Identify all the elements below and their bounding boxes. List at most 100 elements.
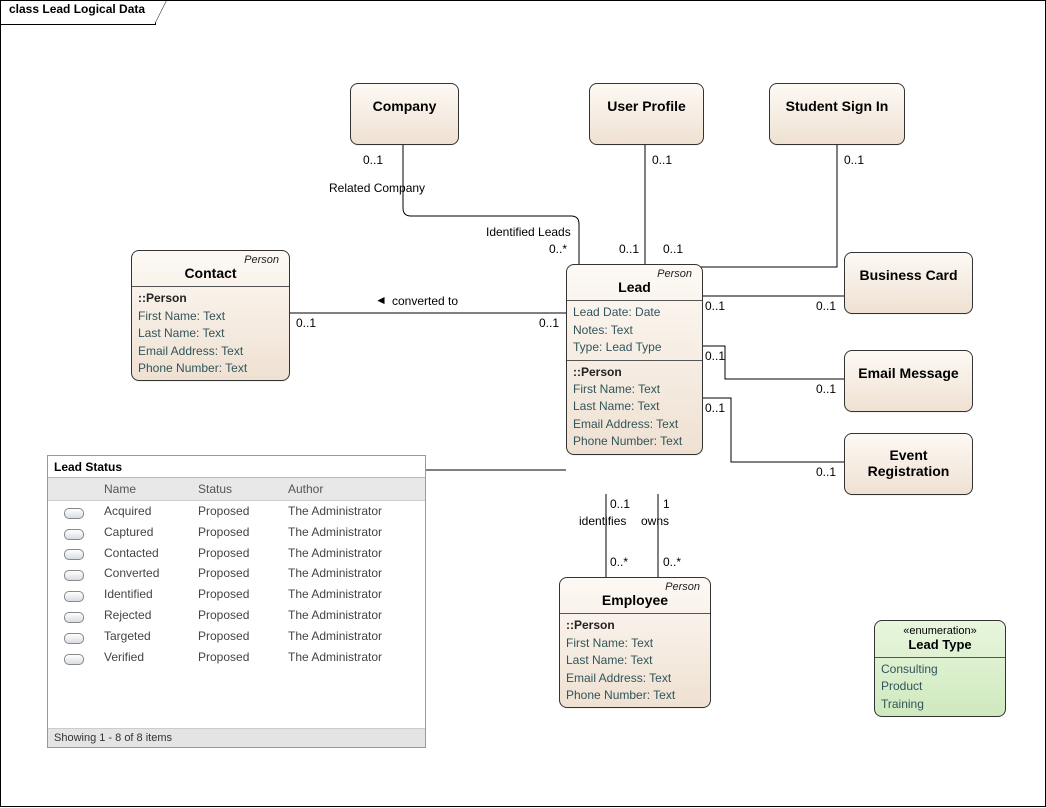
cell-status: Proposed: [194, 586, 284, 603]
class-event-registration-name: Event Registration: [851, 447, 966, 479]
table-row[interactable]: ConvertedProposedThe Administrator: [48, 563, 425, 584]
mult-lead-contact: 0..1: [539, 316, 559, 330]
cell-status: Proposed: [194, 503, 284, 520]
table-row[interactable]: IdentifiedProposedThe Administrator: [48, 584, 425, 605]
status-pill-icon: [64, 612, 84, 623]
mult-studentsignin: 0..1: [844, 153, 864, 167]
cell-author: The Administrator: [284, 524, 425, 541]
col-author: Author: [284, 480, 425, 498]
lead-status-frame[interactable]: Lead Status Name Status Author AcquiredP…: [47, 455, 426, 748]
mult-lead-userprofile: 0..1: [619, 242, 639, 256]
table-row[interactable]: CapturedProposedThe Administrator: [48, 522, 425, 543]
cell-status: Proposed: [194, 607, 284, 624]
converted-to-arrow-icon: ◄: [375, 293, 387, 307]
assoc-identified-leads: Identified Leads: [486, 225, 571, 239]
assoc-identifies: identifies: [579, 514, 626, 528]
lead-status-header: Name Status Author: [48, 478, 425, 501]
mult-eventreg: 0..1: [816, 465, 836, 479]
employee-person-section: ::Person First Name: Text Last Name: Tex…: [560, 614, 710, 707]
status-pill-icon: [64, 549, 84, 560]
mult-lead-email: 0..1: [705, 349, 725, 363]
mult-owns-top: 1: [663, 497, 670, 511]
cell-status: Proposed: [194, 628, 284, 645]
class-contact[interactable]: Person Contact ::Person First Name: Text…: [131, 250, 290, 381]
class-email-message[interactable]: Email Message: [844, 350, 973, 412]
lead-status-rows: AcquiredProposedThe AdministratorCapture…: [48, 501, 425, 668]
cell-status: Proposed: [194, 649, 284, 666]
class-business-card-name: Business Card: [851, 268, 966, 283]
cell-name: Captured: [100, 524, 194, 541]
status-pill-icon: [64, 508, 84, 519]
class-student-signin[interactable]: Student Sign In: [769, 83, 905, 145]
mult-contact: 0..1: [296, 316, 316, 330]
cell-status: Proposed: [194, 565, 284, 582]
class-student-signin-name: Student Sign In: [776, 99, 898, 114]
mult-company-top: 0..1: [363, 153, 383, 167]
cell-author: The Administrator: [284, 545, 425, 562]
class-lead[interactable]: Person Lead Lead Date: Date Notes: Text …: [566, 264, 703, 455]
lead-status-title: Lead Status: [48, 456, 425, 478]
status-pill-icon: [64, 633, 84, 644]
status-pill-icon: [64, 570, 84, 581]
cell-name: Contacted: [100, 545, 194, 562]
cell-name: Acquired: [100, 503, 194, 520]
diagram-title-tab: class Lead Logical Data: [1, 1, 156, 25]
diagram-canvas: class Lead Logical Data 0..1 Related Com…: [0, 0, 1046, 807]
lead-name: Lead: [573, 280, 696, 295]
cell-name: Verified: [100, 649, 194, 666]
class-company[interactable]: Company: [350, 83, 459, 145]
cell-author: The Administrator: [284, 586, 425, 603]
cell-name: Converted: [100, 565, 194, 582]
enum-name: Lead Type: [881, 637, 999, 652]
cell-name: Rejected: [100, 607, 194, 624]
lead-status-footer: Showing 1 - 8 of 8 items: [48, 728, 425, 747]
cell-author: The Administrator: [284, 649, 425, 666]
mult-lead-top-left: 0..*: [549, 242, 567, 256]
col-name: Name: [100, 480, 194, 498]
table-row[interactable]: RejectedProposedThe Administrator: [48, 605, 425, 626]
class-email-message-name: Email Message: [851, 366, 966, 381]
cell-status: Proposed: [194, 545, 284, 562]
lead-attrs: Lead Date: Date Notes: Text Type: Lead T…: [567, 301, 702, 359]
class-employee[interactable]: Person Employee ::Person First Name: Tex…: [559, 577, 711, 708]
mult-owns-bottom: 0..*: [663, 555, 681, 569]
cell-author: The Administrator: [284, 607, 425, 624]
mult-userprofile: 0..1: [652, 153, 672, 167]
class-company-name: Company: [357, 99, 452, 114]
col-status: Status: [194, 480, 284, 498]
class-event-registration[interactable]: Event Registration: [844, 433, 973, 495]
mult-bcard: 0..1: [816, 299, 836, 313]
assoc-converted-to: converted to: [392, 294, 458, 308]
lead-person-section: ::Person First Name: Text Last Name: Tex…: [567, 361, 702, 454]
table-row[interactable]: ContactedProposedThe Administrator: [48, 543, 425, 564]
table-row[interactable]: VerifiedProposedThe Administrator: [48, 647, 425, 668]
table-row[interactable]: AcquiredProposedThe Administrator: [48, 501, 425, 522]
employee-name: Employee: [566, 593, 704, 608]
diagram-title: class Lead Logical Data: [9, 2, 145, 16]
cell-author: The Administrator: [284, 503, 425, 520]
cell-name: Targeted: [100, 628, 194, 645]
mult-lead-studentsignin: 0..1: [663, 242, 683, 256]
assoc-related-company: Related Company: [329, 181, 425, 195]
mult-lead-bcard: 0..1: [705, 299, 725, 313]
status-pill-icon: [64, 591, 84, 602]
class-user-profile[interactable]: User Profile: [589, 83, 704, 145]
mult-identifies-top: 0..1: [610, 497, 630, 511]
enum-values: Consulting Product Training: [875, 657, 1005, 716]
contact-person-section: ::Person First Name: Text Last Name: Tex…: [132, 287, 289, 380]
mult-lead-eventreg: 0..1: [705, 401, 725, 415]
cell-name: Identified: [100, 586, 194, 603]
class-user-profile-name: User Profile: [596, 99, 697, 114]
assoc-owns: owns: [641, 514, 669, 528]
enum-stereo: «enumeration»: [881, 625, 999, 637]
mult-email: 0..1: [816, 382, 836, 396]
class-business-card[interactable]: Business Card: [844, 252, 973, 314]
table-row[interactable]: TargetedProposedThe Administrator: [48, 626, 425, 647]
mult-identifies-bottom: 0..*: [610, 555, 628, 569]
contact-name: Contact: [138, 266, 283, 281]
status-pill-icon: [64, 529, 84, 540]
cell-author: The Administrator: [284, 565, 425, 582]
enum-lead-type[interactable]: «enumeration» Lead Type Consulting Produ…: [874, 620, 1006, 717]
status-pill-icon: [64, 654, 84, 665]
cell-author: The Administrator: [284, 628, 425, 645]
